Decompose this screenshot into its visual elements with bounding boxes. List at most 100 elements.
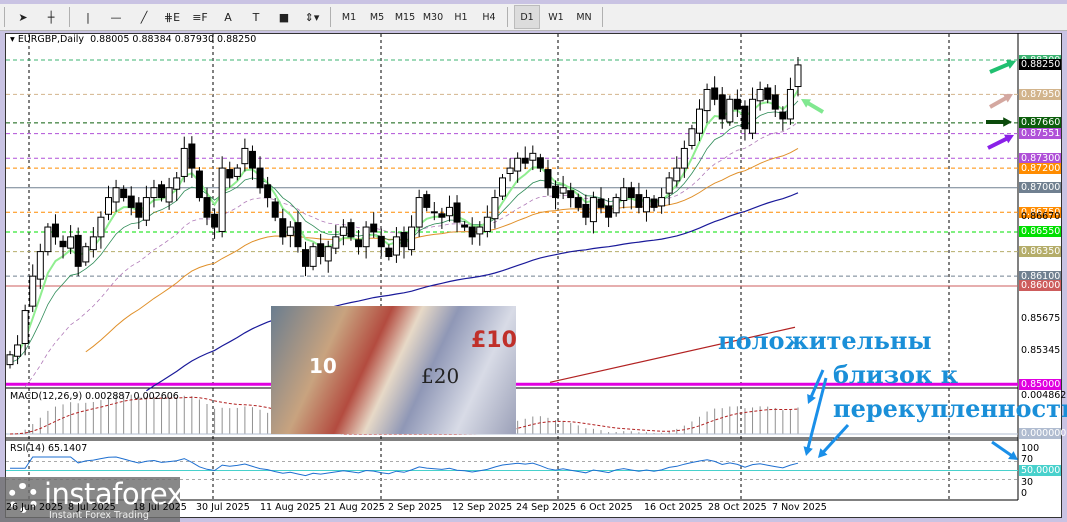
candle-body — [673, 167, 681, 182]
candle-body — [597, 198, 605, 208]
candle — [188, 136, 196, 178]
candle — [302, 241, 309, 277]
candle-body — [423, 194, 431, 208]
candle — [544, 159, 552, 196]
date-label: 2 Sep 2025 — [388, 502, 443, 513]
candle-body — [135, 202, 143, 218]
price-level-label: 0.87000 — [1019, 182, 1061, 194]
candle — [150, 179, 158, 208]
candle-body — [59, 240, 67, 248]
candle — [794, 57, 802, 97]
date-label: 18 Jul 2025 — [133, 502, 187, 513]
rsi-label: RSI(14) 65.1407 — [10, 443, 88, 454]
candle — [423, 190, 431, 212]
candle-body — [680, 147, 688, 169]
candle-body — [362, 226, 370, 248]
candle — [491, 189, 499, 229]
candle — [468, 217, 476, 245]
instaforex-logo: instaforex Instant Forex Trading — [0, 477, 184, 522]
candle-body — [408, 226, 416, 251]
candle-body — [786, 88, 794, 120]
candle — [211, 208, 219, 239]
candle — [74, 227, 82, 277]
candle-body — [461, 224, 469, 228]
candle — [226, 161, 234, 188]
candle — [51, 214, 59, 245]
candle-body — [158, 184, 166, 199]
candle — [218, 156, 226, 238]
candle-body — [665, 177, 673, 194]
chart-canvas[interactable] — [0, 0, 1067, 522]
candle — [665, 172, 673, 205]
candle — [112, 179, 120, 212]
candle-body — [317, 243, 325, 258]
candle-body — [97, 216, 105, 238]
currency-photo: 10 £20 £10 — [271, 306, 517, 434]
candle-body — [256, 167, 264, 189]
candle-body — [491, 197, 499, 220]
candle — [294, 210, 302, 253]
candle — [529, 145, 537, 171]
candle — [241, 138, 249, 172]
candle — [203, 187, 211, 226]
candle — [605, 198, 613, 228]
candle — [620, 177, 628, 209]
rsi-level-50: 50.0000 — [1019, 465, 1061, 476]
price-level-label: 0.86550 — [1019, 226, 1061, 238]
candle — [135, 197, 143, 230]
candle-body — [438, 213, 446, 218]
photo-pound-note-red: £10 — [471, 328, 517, 353]
candle-body — [499, 177, 506, 197]
candle-body — [430, 211, 438, 214]
candle-body — [559, 187, 567, 194]
candle-body — [415, 197, 423, 228]
candle-body — [29, 275, 37, 307]
candle-body — [324, 246, 332, 262]
candle-body — [355, 239, 363, 248]
candle-body — [733, 98, 741, 110]
collapse-triangle-icon[interactable]: ▾ — [10, 34, 15, 45]
candle — [521, 146, 529, 170]
candle — [173, 172, 181, 202]
photo-pound-note: £20 — [421, 364, 460, 388]
date-label: 21 Aug 2025 — [324, 502, 385, 513]
symbol-title: EURGBP,Daily — [17, 34, 85, 45]
candle-body — [67, 236, 75, 249]
candle-body — [377, 235, 385, 248]
candle — [680, 140, 688, 178]
candle-body — [514, 157, 522, 172]
candle-body — [82, 246, 90, 263]
candle-body — [294, 222, 302, 248]
price-level-label: 0.87200 — [1019, 162, 1061, 174]
candle — [362, 221, 370, 259]
candle-body — [552, 185, 560, 199]
candle — [14, 335, 22, 365]
candle — [355, 229, 363, 255]
candle-body — [339, 226, 347, 236]
candle-body — [36, 251, 44, 280]
candle-body — [226, 169, 234, 179]
price-tick: 0.86670 — [1021, 211, 1061, 222]
candle-body — [195, 170, 203, 199]
candle-body — [6, 354, 14, 366]
candle-body — [150, 187, 158, 199]
price-level-label: 0.88250 — [1019, 59, 1061, 71]
candle-body — [211, 213, 219, 228]
candle — [44, 223, 52, 256]
candle-body — [749, 98, 757, 134]
macd-zero-tick: 0.000000 — [1019, 428, 1067, 439]
date-label: 30 Jul 2025 — [196, 502, 250, 513]
candle — [749, 87, 757, 140]
candle-body — [771, 94, 779, 110]
candle — [29, 264, 37, 313]
candle-body — [612, 197, 620, 214]
candle-body — [696, 108, 703, 134]
candle-body — [218, 167, 226, 232]
candle — [726, 95, 734, 126]
candle-body — [453, 202, 461, 223]
candle — [779, 106, 787, 131]
candle — [642, 189, 650, 222]
candle-body — [309, 246, 317, 267]
candle-body — [711, 87, 719, 100]
candle-body — [468, 226, 476, 238]
